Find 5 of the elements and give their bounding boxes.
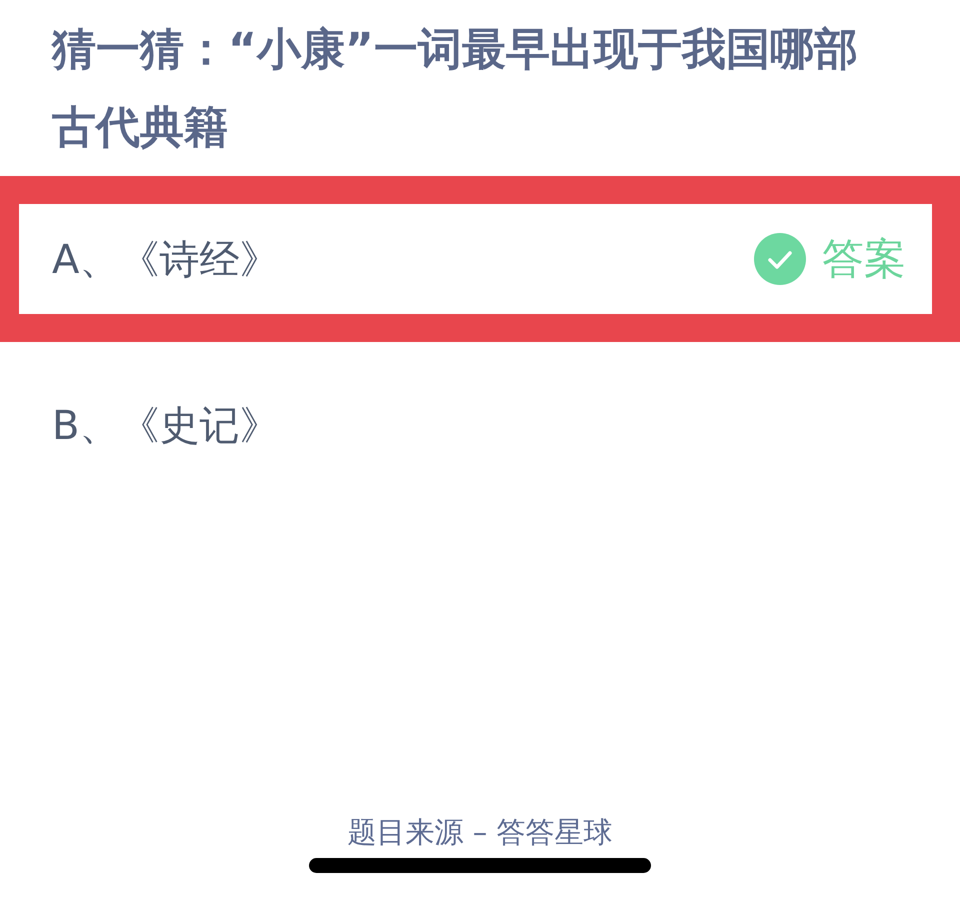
option-text[interactable]: A、《诗经》	[52, 232, 280, 286]
answer-label: 答案	[822, 233, 906, 285]
option-text[interactable]: B、《史记》	[52, 398, 280, 452]
question-title: 猜一猜：“小康”一词最早出现于我国哪部古代典籍	[50, 23, 859, 155]
question-source: 题目来源 – 答答星球	[348, 814, 612, 850]
